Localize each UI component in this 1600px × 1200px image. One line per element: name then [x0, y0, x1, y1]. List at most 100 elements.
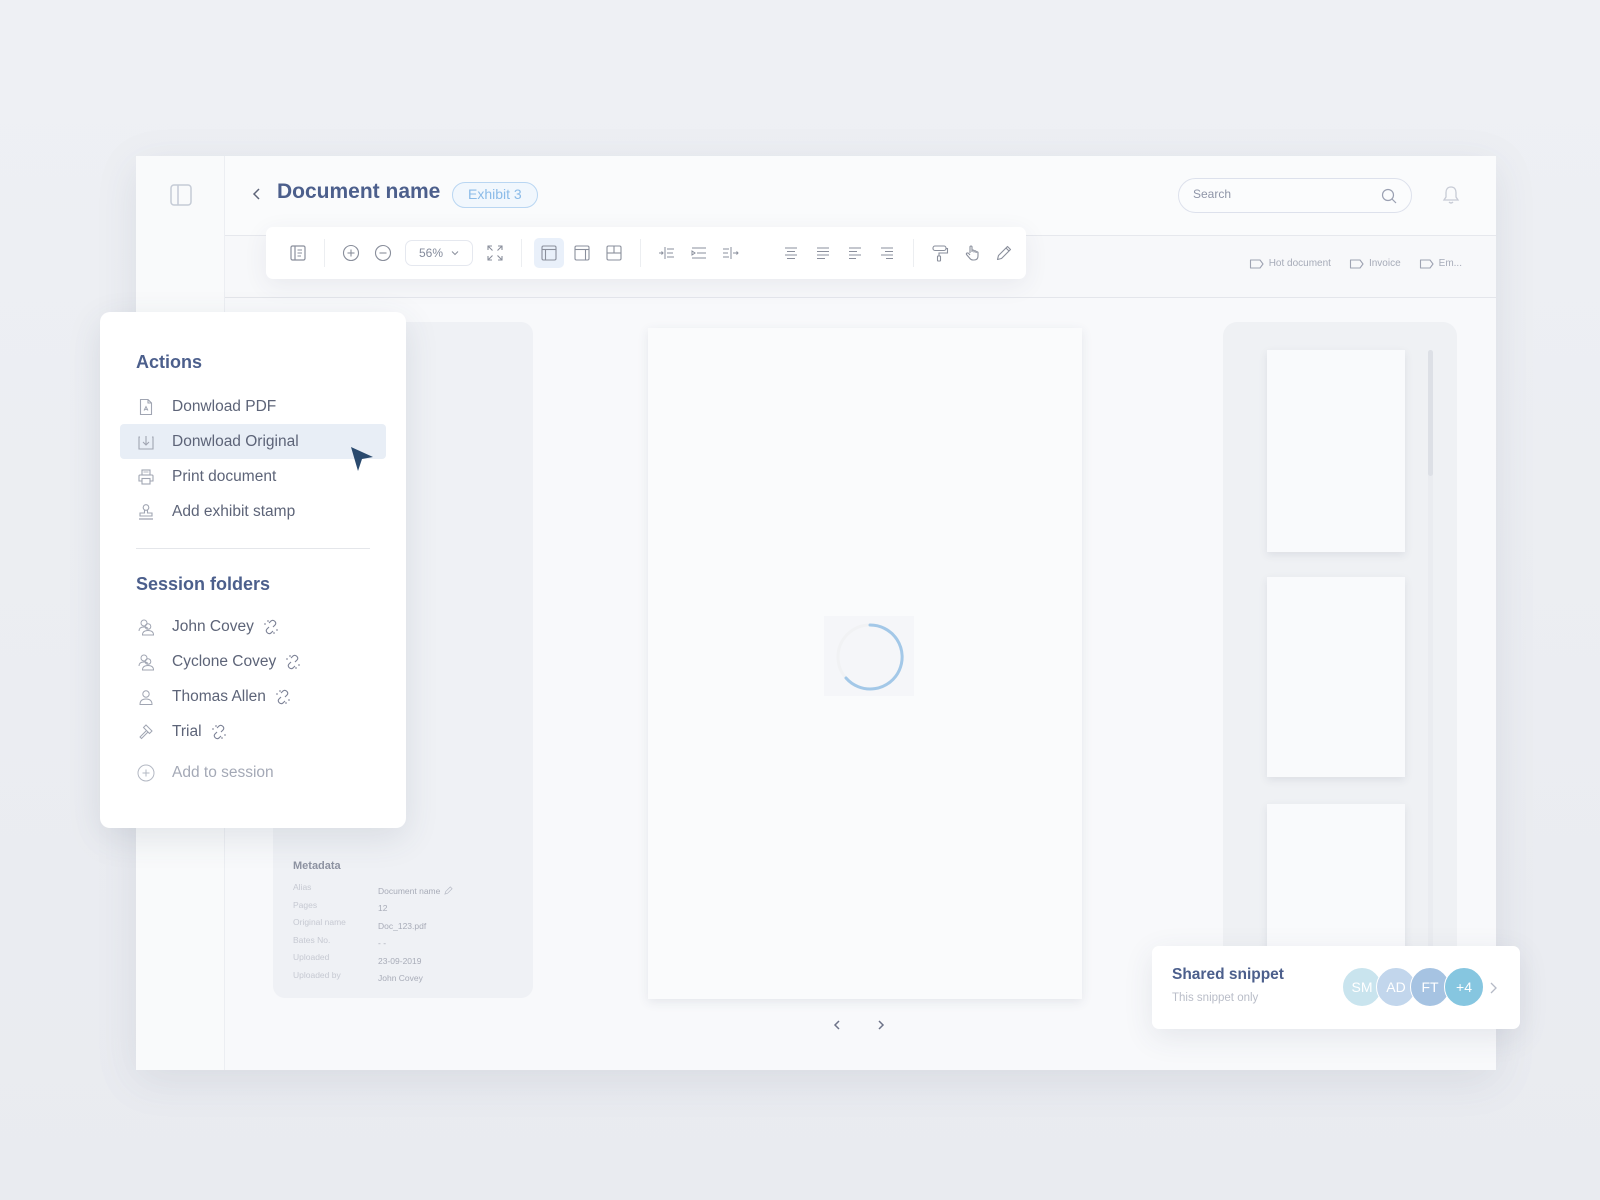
metadata-title: Metadata: [293, 860, 341, 872]
pencil-icon: [996, 245, 1012, 261]
avatar-overflow-count[interactable]: +4: [1444, 967, 1484, 1007]
exhibit-badge[interactable]: Exhibit 3: [452, 182, 538, 208]
metadata-value: John Covey: [378, 973, 423, 984]
broken-link-icon[interactable]: [275, 689, 291, 705]
session-folder-label: Trial: [172, 722, 202, 740]
zoom-out-button[interactable]: [369, 239, 397, 267]
shared-snippet-card[interactable]: Shared snippet This snippet only SM AD F…: [1152, 946, 1520, 1029]
document-page[interactable]: [648, 328, 1082, 999]
align-right-button[interactable]: [873, 239, 901, 267]
menu-item-download-pdf[interactable]: Donwload PDF: [120, 389, 386, 424]
broken-link-icon[interactable]: [211, 724, 227, 740]
outline-icon: [290, 245, 306, 261]
metadata-key: Original name: [293, 917, 346, 927]
metadata-key: Bates No.: [293, 934, 331, 945]
broken-link-icon[interactable]: [263, 619, 279, 635]
metadata-value: 12: [378, 903, 388, 914]
search-box[interactable]: [1178, 178, 1412, 213]
scrollbar-thumb[interactable]: [1428, 350, 1433, 476]
paint-roller-icon: [932, 245, 949, 262]
sidebar-toggle-icon[interactable]: [170, 184, 192, 206]
avatar-group: SM AD FT +4: [1342, 967, 1484, 1007]
menu-item-download-original[interactable]: Donwload Original: [120, 424, 386, 459]
layout-side-button[interactable]: [568, 239, 596, 267]
fit-screen-button[interactable]: [481, 239, 509, 267]
pencil-tool-button[interactable]: [990, 239, 1018, 267]
layout-single-button[interactable]: [534, 238, 564, 268]
align-justify-button[interactable]: [809, 239, 837, 267]
tag-label: Em...: [1438, 258, 1462, 269]
thumbnail-scrollbar[interactable]: [1428, 350, 1433, 962]
page-navigation: [830, 1018, 888, 1032]
zoom-in-icon: [342, 244, 360, 262]
search-input[interactable]: [1193, 187, 1373, 201]
align-center-icon: [785, 247, 797, 259]
tag-icon: [1419, 258, 1434, 269]
session-folder-cyclone-covey[interactable]: Cyclone Covey: [120, 644, 386, 679]
align-center-button[interactable]: [777, 239, 805, 267]
indent-out-button[interactable]: [717, 239, 745, 267]
header: Document name Exhibit 3: [225, 156, 1496, 236]
zoom-out-icon: [374, 244, 392, 262]
tag-em[interactable]: Em...: [1419, 258, 1462, 269]
session-folder-trial[interactable]: Trial: [120, 714, 386, 749]
indent-in-button[interactable]: [653, 239, 681, 267]
outline-toggle-button[interactable]: [284, 239, 312, 267]
align-left-button[interactable]: [841, 239, 869, 267]
zoom-in-button[interactable]: [337, 239, 365, 267]
align-left-icon: [849, 247, 861, 259]
format-painter-button[interactable]: [926, 239, 954, 267]
page-thumbnail[interactable]: [1267, 577, 1405, 777]
back-icon[interactable]: [249, 186, 265, 202]
actions-menu: Actions Donwload PDF Donwload Original P…: [100, 312, 406, 828]
metadata-row: Original name Doc_123.pdf: [293, 917, 523, 935]
toolbar-divider: [640, 239, 641, 267]
align-justify-icon: [817, 247, 829, 259]
bell-icon[interactable]: [1442, 185, 1460, 205]
spinner-icon: [836, 623, 904, 691]
menu-item-print[interactable]: Print document: [120, 459, 386, 494]
menu-item-label: Print document: [172, 467, 277, 485]
layout-sidebar-icon: [541, 245, 557, 261]
layout-split-button[interactable]: [600, 239, 628, 267]
metadata-row: Bates No. - -: [293, 935, 523, 953]
toolbar-divider: [324, 239, 325, 267]
document-toolbar: 56%: [266, 227, 1026, 279]
session-folder-label: Thomas Allen: [172, 687, 266, 705]
chevron-right-icon[interactable]: [1489, 982, 1498, 994]
metadata-value: Doc_123.pdf: [378, 920, 427, 931]
tag-invoice[interactable]: Invoice: [1349, 258, 1401, 269]
session-folder-label: John Covey: [172, 617, 254, 635]
menu-item-label: Donwload PDF: [172, 397, 277, 415]
session-folders-heading: Session folders: [136, 574, 271, 594]
menu-item-exhibit-stamp[interactable]: Add exhibit stamp: [120, 494, 386, 529]
metadata-value: 23-09-2019: [378, 955, 422, 966]
page-thumbnail[interactable]: [1267, 350, 1405, 552]
metadata-section: Metadata Alias Document name Pages 12 Or…: [293, 860, 523, 987]
tag-icon: [1349, 258, 1364, 269]
session-folder-label: Cyclone Covey: [172, 652, 277, 670]
session-folder-thomas-allen[interactable]: Thomas Allen: [120, 679, 386, 714]
pencil-icon[interactable]: [444, 886, 453, 895]
zoom-level-value: 56%: [418, 246, 444, 260]
tag-hot-document[interactable]: Hot document: [1249, 258, 1331, 269]
file-pdf-icon: [136, 397, 156, 417]
indent-list-icon: [691, 247, 706, 259]
next-page-button[interactable]: [874, 1018, 888, 1032]
metadata-value: Document name: [378, 882, 453, 900]
zoom-level-select[interactable]: 56%: [405, 240, 473, 266]
prev-page-button[interactable]: [830, 1018, 844, 1032]
add-to-session-button[interactable]: Add to session: [120, 755, 386, 790]
hand-tool-button[interactable]: [958, 239, 986, 267]
indent-play-button[interactable]: [685, 239, 713, 267]
metadata-row: Uploaded by John Covey: [293, 970, 523, 988]
metadata-key: Uploaded by: [293, 969, 341, 980]
session-folder-john-covey[interactable]: John Covey: [120, 609, 386, 644]
chevron-left-icon: [833, 1020, 840, 1030]
broken-link-icon[interactable]: [285, 654, 301, 670]
actions-heading: Actions: [136, 352, 203, 372]
search-icon[interactable]: [1381, 188, 1397, 204]
metadata-row: Pages 12: [293, 900, 523, 918]
page-thumbnail[interactable]: [1267, 804, 1405, 962]
hand-icon: [965, 245, 979, 261]
